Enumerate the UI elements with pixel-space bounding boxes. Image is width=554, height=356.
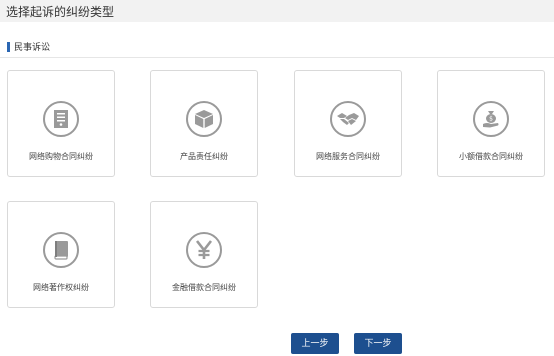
page-title: 选择起诉的纠纷类型 — [6, 5, 115, 19]
card-label: 小额借款合同纠纷 — [459, 152, 523, 161]
card-label: 网络购物合同纠纷 — [29, 152, 93, 161]
svg-text:$: $ — [489, 116, 493, 123]
card-online-service-contract[interactable]: 网络服务合同纠纷 — [294, 70, 402, 177]
card-label: 网络服务合同纠纷 — [316, 152, 380, 161]
section-header: 民事诉讼 — [0, 38, 554, 58]
document-icon — [43, 101, 79, 137]
next-step-button[interactable]: 下一步 — [354, 333, 402, 354]
book-icon — [43, 232, 79, 268]
section-marker — [7, 42, 10, 52]
box-icon — [186, 101, 222, 137]
page-header: 选择起诉的纠纷类型 — [0, 0, 554, 22]
card-label: 金融借款合同纠纷 — [172, 283, 236, 292]
money-bag-hand-icon: $ — [473, 101, 509, 137]
yen-icon — [186, 232, 222, 268]
card-label: 产品责任纠纷 — [180, 152, 228, 161]
card-online-shopping-contract[interactable]: 网络购物合同纠纷 — [7, 70, 115, 177]
section-title: 民事诉讼 — [14, 42, 51, 52]
card-product-liability[interactable]: 产品责任纠纷 — [150, 70, 258, 177]
card-financial-loan-contract[interactable]: 金融借款合同纠纷 — [150, 201, 258, 308]
prev-step-button[interactable]: 上一步 — [291, 333, 339, 354]
card-small-loan-contract[interactable]: $ 小额借款合同纠纷 — [437, 70, 545, 177]
handshake-icon — [330, 101, 366, 137]
card-online-copyright[interactable]: 网络著作权纠纷 — [7, 201, 115, 308]
card-label: 网络著作权纠纷 — [33, 283, 89, 292]
